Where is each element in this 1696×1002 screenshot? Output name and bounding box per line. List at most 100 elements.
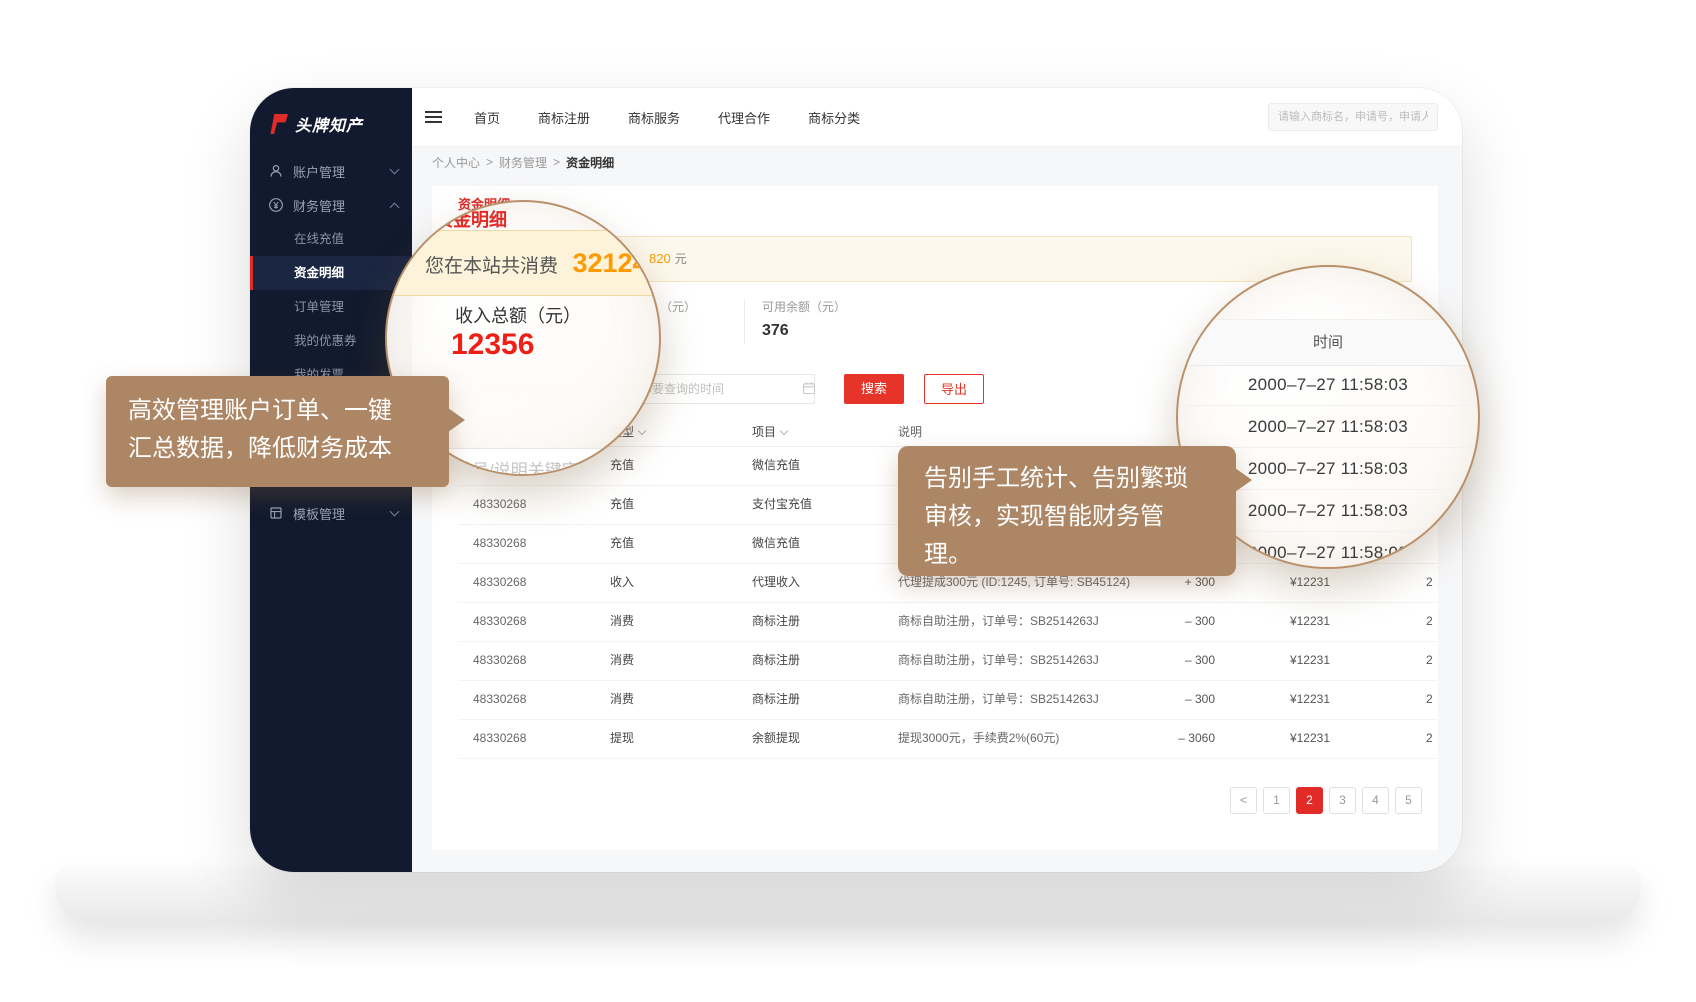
nav-home[interactable]: 首页 [474,108,500,127]
callout-right-line: 告别手工统计、告别繁琐 [924,460,1236,498]
sidebar-item-account[interactable]: 账户管理 [250,154,412,188]
cell-type: 提现 [610,719,634,758]
header-desc: 说明 [898,418,922,446]
chevron-down-icon [390,507,400,517]
pagination-page-1[interactable]: 1 [1263,787,1290,814]
nav-agent-cooperation[interactable]: 代理合作 [718,108,770,127]
table-row: 48330268 消费 商标注册 商标自助注册，订单号：SB2514263J –… [458,641,1438,681]
cell-project: 微信充值 [752,524,800,563]
cell-time: 2 [1426,680,1433,719]
cell-order: 48330268 [473,602,526,641]
cell-type: 消费 [610,680,634,719]
cell-desc: 商标自助注册，订单号：SB2514263J [898,680,1099,719]
export-button[interactable]: 导出 [924,374,984,404]
brand-logo-icon [268,114,288,134]
search-button[interactable]: 搜索 [844,374,904,404]
calendar-icon[interactable] [802,381,816,395]
breadcrumb-personal-center[interactable]: 个人中心 [432,154,480,171]
magnified-income-value: 12356 [451,328,534,362]
cell-type: 消费 [610,641,634,680]
cell-project: 商标注册 [752,641,800,680]
cell-time: 2 [1426,641,1433,680]
cell-time: 2 [1426,602,1433,641]
stat-middle: （元） [660,298,696,315]
table-row: 48330268 消费 商标注册 商标自助注册，订单号：SB2514263J –… [458,680,1438,720]
user-icon [268,163,284,179]
callout-right-line: 理。 [924,536,1236,574]
cell-type: 消费 [610,602,634,641]
pagination: < 1 2 3 4 5 [1230,787,1422,814]
sort-chevron-icon [638,427,646,435]
magnified-banner: 您在本站共消费 32124 [387,230,659,296]
stat-balance-value: 376 [762,322,846,340]
callout-right: 告别手工统计、告别繁琐 审核，实现智能财务管 理。 [898,446,1236,576]
magnified-tab-label: 资金明细 [435,206,507,232]
sidebar-item-template[interactable]: 模板管理 [250,496,412,530]
cell-project: 商标注册 [752,602,800,641]
breadcrumb-finance[interactable]: 财务管理 [499,154,547,171]
breadcrumb-separator: > [486,155,493,169]
sidebar-item-label: 模板管理 [293,504,382,523]
cell-amount: – 300 [1145,602,1215,641]
cell-project: 余额提现 [752,719,800,758]
header-project-label: 项目 [752,425,776,439]
finance-icon [268,197,284,213]
cell-project: 代理收入 [752,563,800,602]
breadcrumb: 个人中心 > 财务管理 > 资金明细 [432,146,614,178]
callout-left-line: 汇总数据，降低财务成本 [128,430,449,468]
cell-time: 2 [1426,563,1433,602]
callout-right-line: 审核，实现智能财务管 [924,498,1236,536]
top-nav-links: 首页 商标注册 商标服务 代理合作 商标分类 [474,108,860,127]
brand-name: 头牌知产 [295,112,363,136]
brand-logo[interactable]: 头牌知产 [250,88,412,154]
pagination-page-4[interactable]: 4 [1362,787,1389,814]
pagination-page-3[interactable]: 3 [1329,787,1356,814]
sort-chevron-icon [780,427,788,435]
cell-project: 支付宝充值 [752,485,812,524]
cell-balance: ¥12231 [1260,641,1330,680]
cell-desc: 提现3000元，手续费2%(60元) [898,719,1059,758]
cell-order: 48330268 [473,641,526,680]
pagination-page-5[interactable]: 5 [1395,787,1422,814]
cell-desc: 商标自助注册，订单号：SB2514263J [898,641,1099,680]
top-search-input[interactable] [1268,103,1438,131]
cell-project: 微信充值 [752,446,800,485]
hamburger-menu-icon[interactable] [425,108,442,126]
cell-balance: ¥12231 [1260,563,1330,602]
cell-balance: ¥12231 [1260,680,1330,719]
callout-left-line: 高效管理账户订单、一键 [128,392,449,430]
sidebar-item-finance[interactable]: 财务管理 [250,188,412,222]
laptop-base [55,866,1641,922]
cell-order: 48330268 [473,563,526,602]
nav-trademark-register[interactable]: 商标注册 [538,108,590,127]
breadcrumb-separator: > [553,155,560,169]
top-search [1268,103,1438,131]
nav-trademark-category[interactable]: 商标分类 [808,108,860,127]
cell-order: 48330268 [473,719,526,758]
table-row: 48330268 提现 余额提现 提现3000元，手续费2%(60元) – 30… [458,719,1438,759]
magnified-banner-prefix: 您在本站共消费 [425,256,558,277]
cell-amount: – 300 [1145,680,1215,719]
magnified-banner-amount: 32124 [572,248,647,278]
cell-time: 2 [1426,719,1433,758]
template-icon [268,505,284,521]
sidebar-item-label: 财务管理 [293,196,382,215]
chevron-up-icon [390,202,400,212]
pagination-prev[interactable]: < [1230,787,1257,814]
magnified-time-header: 时间 [1178,319,1478,366]
breadcrumb-current: 资金明细 [566,154,614,171]
pagination-page-2-active[interactable]: 2 [1296,787,1323,814]
page: 头牌知产 账户管理 财务管理 [0,0,1696,1002]
cell-balance: ¥12231 [1260,602,1330,641]
cell-project: 商标注册 [752,680,800,719]
cell-amount: – 3060 [1145,719,1215,758]
table-row: 48330268 消费 商标注册 商标自助注册，订单号：SB2514263J –… [458,602,1438,642]
magnified-income-label: 收入总额（元） [455,302,581,328]
cell-order: 48330268 [473,524,526,563]
banner-unit: 元 [675,252,687,266]
chevron-down-icon [390,165,400,175]
header-project[interactable]: 项目 [752,418,787,446]
nav-trademark-service[interactable]: 商标服务 [628,108,680,127]
cell-balance: ¥12231 [1260,719,1330,758]
magnified-keyword-input: 订单号/说明关键字 [421,448,661,476]
